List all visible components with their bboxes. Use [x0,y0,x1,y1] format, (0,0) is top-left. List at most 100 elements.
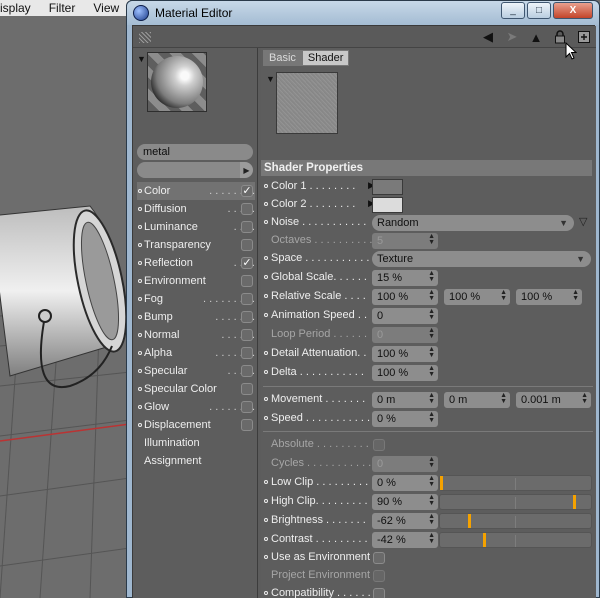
expand-arrow-icon[interactable]: ▶ [240,162,253,178]
channel-item-luminance[interactable]: Luminance . . . . [137,218,255,236]
relative-scale-z-field[interactable]: 100 % ▲ ▼ [516,289,582,305]
channel-item-reflection[interactable]: Reflection . . . .✓ [137,254,255,272]
channel-checkbox[interactable]: ✓ [241,257,253,269]
keyframe-dot-icon[interactable] [264,591,268,595]
channel-item-environment[interactable]: Environment [137,272,255,290]
channel-item-alpha[interactable]: Alpha . . . . . . . [137,344,255,362]
relative-scale-x-field[interactable]: 100 % ▲ ▼ [372,289,438,305]
new-window-icon[interactable] [576,29,592,45]
channel-checkbox[interactable] [241,203,253,215]
low-clip-field[interactable]: 0 % ▲ ▼ [372,475,438,491]
spinner-icon[interactable]: ▲ ▼ [572,289,579,302]
spinner-icon[interactable]: ▲ ▼ [428,346,435,359]
menu-display[interactable]: isplay [0,1,31,15]
3d-viewport[interactable] [0,16,130,598]
material-info-field[interactable] [137,162,240,178]
channel-item-assignment[interactable]: Assignment [137,452,255,470]
channel-item-transparency[interactable]: Transparency [137,236,255,254]
speed-field[interactable]: 0 % ▲ ▼ [372,411,438,427]
channel-item-glow[interactable]: Glow . . . . . . . . [137,398,255,416]
relative-scale-y-field[interactable]: 100 % ▲ ▼ [444,289,510,305]
spinner-icon[interactable]: ▲ ▼ [428,289,435,302]
high-clip-field[interactable]: 90 % ▲ ▼ [372,494,438,510]
movement-y-field[interactable]: 0 m ▲ ▼ [444,392,510,408]
channel-item-specular[interactable]: Specular . . . . . [137,362,255,380]
spinner-icon[interactable]: ▲ ▼ [428,513,435,526]
channel-item-color[interactable]: Color . . . . . . . . ✓ [137,182,255,200]
channel-checkbox[interactable] [241,347,253,359]
preview-menu-arrow-icon[interactable]: ▼ [137,54,146,64]
minimize-button[interactable]: _ [501,2,525,19]
spinner-icon[interactable]: ▲ ▼ [428,411,435,424]
detail-attenuation-field[interactable]: 100 % ▲ ▼ [372,346,438,362]
spinner-icon[interactable]: ▲ ▼ [428,456,435,469]
channel-checkbox[interactable] [241,275,253,287]
keyframe-dot-icon[interactable] [264,220,268,224]
keyframe-dot-icon[interactable] [264,537,268,541]
forward-arrow-icon[interactable]: ➤ [504,29,520,45]
channel-checkbox[interactable] [241,239,253,251]
spinner-icon[interactable]: ▲ ▼ [428,308,435,321]
back-arrow-icon[interactable]: ◀ [480,29,496,45]
noise-select[interactable]: Random ▼ [372,215,574,231]
keyframe-dot-icon[interactable] [264,518,268,522]
keyframe-dot-icon[interactable] [264,351,268,355]
slider-handle[interactable] [468,514,471,528]
channel-item-bump[interactable]: Bump . . . . . . . [137,308,255,326]
close-button[interactable]: X [553,2,593,19]
absolute-checkbox[interactable] [373,439,385,451]
material-name-field[interactable]: metal [137,144,253,160]
channel-checkbox[interactable] [241,293,253,305]
loop-period-field[interactable]: 0 ▲ ▼ [372,327,438,343]
keyframe-dot-icon[interactable] [264,313,268,317]
menu-view[interactable]: View [93,1,119,15]
movement-x-field[interactable]: 0 m ▲ ▼ [372,392,438,408]
keyframe-dot-icon[interactable] [264,184,268,188]
keyframe-dot-icon[interactable] [264,202,268,206]
channel-checkbox[interactable] [241,419,253,431]
keyframe-dot-icon[interactable] [264,480,268,484]
movement-z-field[interactable]: 0.001 m ▲ ▼ [516,392,591,408]
octaves-field[interactable]: 5 ▲ ▼ [372,233,438,249]
spinner-icon[interactable]: ▲ ▼ [581,392,588,405]
tab-shader[interactable]: Shader [301,50,350,66]
channel-item-diffusion[interactable]: Diffusion . . . . . [137,200,255,218]
channel-item-fog[interactable]: Fog . . . . . . . . . [137,290,255,308]
brightness-slider[interactable] [439,513,592,529]
texture-menu-arrow-icon[interactable]: ▼ [266,74,275,84]
spinner-icon[interactable]: ▲ ▼ [500,392,507,405]
spinner-icon[interactable]: ▲ ▼ [428,532,435,545]
spinner-icon[interactable]: ▲ ▼ [500,289,507,302]
channel-checkbox[interactable] [241,329,253,341]
maximize-button[interactable]: □ [527,2,551,19]
channel-checkbox[interactable] [241,365,253,377]
keyframe-dot-icon[interactable] [264,275,268,279]
contrast-slider[interactable] [439,532,592,548]
channel-checkbox[interactable]: ✓ [241,185,253,197]
animation-speed-field[interactable]: 0 ▲ ▼ [372,308,438,324]
spinner-icon[interactable]: ▲ ▼ [428,270,435,283]
spinner-icon[interactable]: ▲ ▼ [428,365,435,378]
titlebar[interactable]: Material Editor _ □ X [127,1,599,25]
channel-item-specular-color[interactable]: Specular Color [137,380,255,398]
slider-handle[interactable] [483,533,486,547]
global-scale-field[interactable]: 15 % ▲ ▼ [372,270,438,286]
noise-browser-icon[interactable]: ▽ [579,215,591,229]
brightness-field[interactable]: -62 % ▲ ▼ [372,513,438,529]
use-as-environment-checkbox[interactable] [373,552,385,564]
keyframe-dot-icon[interactable] [264,256,268,260]
channel-checkbox[interactable] [241,221,253,233]
channel-item-illumination[interactable]: Illumination [137,434,255,452]
slider-handle[interactable] [440,476,443,490]
channel-item-normal[interactable]: Normal . . . . . . [137,326,255,344]
cursor-up-icon[interactable]: ▲ [528,29,544,45]
compatibility-checkbox[interactable] [373,588,385,598]
spinner-icon[interactable]: ▲ ▼ [428,233,435,246]
space-select[interactable]: Texture ▼ [372,251,591,267]
cycles-field[interactable]: 0 ▲ ▼ [372,456,438,472]
menu-filter[interactable]: Filter [49,1,76,15]
keyframe-dot-icon[interactable] [264,397,268,401]
channel-checkbox[interactable] [241,311,253,323]
delta-field[interactable]: 100 % ▲ ▼ [372,365,438,381]
keyframe-dot-icon[interactable] [264,294,268,298]
